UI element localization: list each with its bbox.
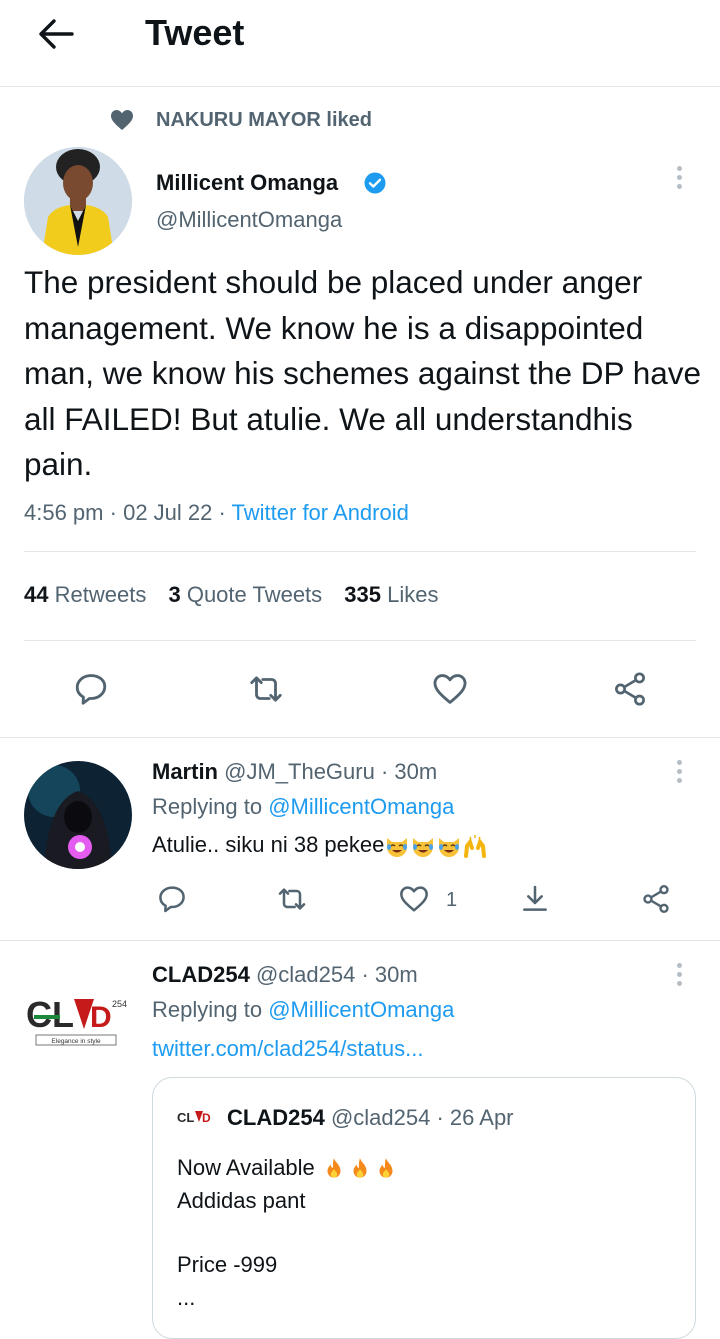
page-title: Tweet — [145, 12, 245, 53]
retweets-label: Retweets — [54, 582, 147, 607]
svg-text:D: D — [202, 1111, 211, 1125]
author-name[interactable]: Millicent Omanga — [156, 170, 338, 196]
tweet-source[interactable]: Twitter for Android — [232, 500, 409, 525]
heart-icon — [400, 886, 428, 912]
tweet-text: The president should be placed under ang… — [24, 264, 702, 483]
heart-icon — [433, 674, 467, 704]
laughing-cat-emoji — [410, 834, 436, 858]
replying-to-line: Replying to @MillicentOmanga — [152, 793, 454, 821]
more-options-icon[interactable] — [677, 166, 685, 193]
replying-to-handle[interactable]: @MillicentOmanga — [268, 794, 454, 819]
reply-bookmark-button[interactable] — [519, 883, 551, 915]
quotes-stat[interactable]: 3 Quote Tweets — [168, 582, 328, 607]
quoted-text-line4: ... — [177, 1285, 196, 1310]
reply-time: · 30m — [361, 962, 418, 987]
tweet-date: 02 Jul 22 — [123, 500, 213, 525]
reply-header: Martin @JM_TheGuru · 30m — [152, 758, 437, 786]
meta-separator: · — [218, 500, 226, 525]
reply-link[interactable]: twitter.com/clad254/status... — [152, 1035, 423, 1063]
header-bar: Tweet — [0, 0, 720, 86]
reply-item[interactable]: CL D 254 Elegance in style CLAD254 @clad… — [0, 941, 720, 1339]
reply-item[interactable]: Martin @JM_TheGuru · 30m Replying to @Mi… — [0, 738, 720, 940]
quoted-author-name: CLAD254 — [227, 1105, 325, 1130]
reply-avatar-logo[interactable]: CL D 254 Elegance in style — [24, 989, 132, 1055]
back-arrow-icon[interactable] — [36, 16, 76, 52]
replying-to-label: Replying to — [152, 997, 263, 1022]
verified-badge-icon — [364, 172, 386, 194]
heart-filled-icon — [110, 109, 134, 131]
retweet-button[interactable] — [247, 670, 285, 708]
reply-author-name[interactable]: Martin — [152, 759, 218, 784]
reply-share-button[interactable] — [640, 883, 672, 915]
reply-time: · 30m — [380, 759, 438, 784]
replying-to-handle[interactable]: @MillicentOmanga — [268, 997, 454, 1022]
replying-to-label: Replying to — [152, 794, 263, 819]
laughing-cat-emoji — [384, 834, 410, 858]
author-avatar[interactable] — [24, 147, 132, 255]
reply-icon — [75, 674, 107, 705]
reply-retweet-button[interactable] — [276, 883, 308, 915]
retweet-icon — [250, 676, 282, 702]
retweets-count: 44 — [24, 582, 49, 607]
reply-author-handle[interactable]: @clad254 — [256, 962, 355, 987]
stats-top-divider — [24, 551, 696, 552]
reply-header: CLAD254 @clad254 · 30m — [152, 961, 418, 989]
fire-emoji — [321, 1156, 347, 1182]
reply-like-count: 1 — [446, 889, 458, 911]
reply-text-line: Atulie.. siku ni 38 pekee — [152, 831, 488, 859]
social-context-label: NAKURU MAYOR liked — [156, 109, 372, 131]
retweets-stat[interactable]: 44 Retweets — [24, 582, 152, 607]
likes-label: Likes — [387, 582, 439, 607]
fire-emoji — [373, 1156, 399, 1182]
likes-count: 335 — [344, 582, 382, 607]
download-arrow-icon — [523, 885, 547, 911]
author-handle[interactable]: @MillicentOmanga — [156, 206, 342, 234]
like-button[interactable] — [430, 670, 470, 708]
reply-button[interactable] — [72, 670, 110, 708]
meta-separator: · — [109, 500, 117, 525]
tweet-time: 4:56 pm — [24, 500, 104, 525]
reply-author-name[interactable]: CLAD254 — [152, 962, 250, 987]
quoted-text-line1: Now Available — [177, 1155, 315, 1180]
quoted-line-1: Now Available — [177, 1154, 399, 1182]
svg-text:254: 254 — [112, 999, 127, 1009]
tweet-stats: 44 Retweets 3 Quote Tweets 335 Likes — [24, 580, 439, 610]
quoted-header: CLAD254 @clad254 · 26 Apr — [227, 1104, 514, 1132]
reply-icon — [159, 886, 185, 913]
share-button[interactable] — [610, 670, 650, 708]
quoted-date: · 26 Apr — [436, 1105, 514, 1130]
reply-avatar[interactable] — [24, 761, 132, 869]
reply-text: Atulie.. siku ni 38 pekee — [152, 832, 385, 857]
quotes-label: Quote Tweets — [186, 582, 323, 607]
quoted-tweet-card[interactable]: CL D CLAD254 @clad254 · 26 Apr Now Avail… — [152, 1077, 696, 1339]
quoted-avatar-logo: CL D — [177, 1108, 215, 1126]
share-icon — [615, 672, 645, 706]
avatar-tagline: Elegance in style — [51, 1038, 101, 1045]
quoted-text-line3: Price -999 — [177, 1252, 278, 1277]
quoted-author-handle: @clad254 — [330, 1105, 431, 1130]
svg-text:CL: CL — [26, 994, 74, 1035]
quotes-count: 3 — [168, 582, 181, 607]
stats-bottom-divider — [24, 640, 696, 641]
reply-author-handle[interactable]: @JM_TheGuru — [224, 759, 375, 784]
likes-stat[interactable]: 335 Likes — [344, 582, 438, 607]
share-icon — [643, 885, 669, 913]
replying-to-line: Replying to @MillicentOmanga — [152, 996, 454, 1024]
svg-text:CL: CL — [177, 1110, 194, 1125]
more-options-icon[interactable] — [677, 963, 685, 990]
raising-hands-emoji — [462, 834, 488, 859]
laughing-cat-emoji — [436, 834, 462, 858]
retweet-icon — [278, 888, 306, 910]
more-options-icon[interactable] — [677, 760, 685, 787]
quoted-text-line2: Addidas pant — [177, 1188, 306, 1213]
header-divider — [0, 86, 720, 87]
svg-text:D: D — [90, 1001, 112, 1034]
fire-emoji — [347, 1156, 373, 1182]
reply-like-button[interactable] — [398, 883, 430, 915]
reply-reply-button[interactable] — [156, 883, 188, 915]
tweet-meta: 4:56 pm · 02 Jul 22 · Twitter for Androi… — [24, 498, 409, 528]
